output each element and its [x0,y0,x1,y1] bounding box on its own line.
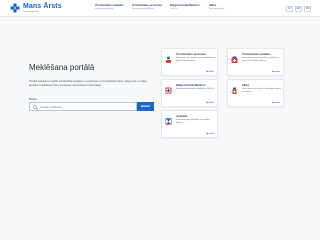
card-link[interactable]: Apskatīt [206,71,214,73]
logo-subtitle: veselības portāls [23,11,39,13]
card-medicines[interactable]: Zāles Informācija par zālēm, to aktīvajā… [227,79,284,107]
page-title: Meklēšana portālā [29,63,95,72]
diagnosis-icon [165,87,172,94]
card-link[interactable]: Apskatīt [272,102,280,104]
card-title: Aptiekas [176,114,188,118]
search-button[interactable]: Meklēt [137,102,154,111]
card-title: Ārstniecības iestādes [242,52,271,56]
language-ru[interactable]: RU [304,6,312,12]
nav-item-persons[interactable]: Ārstniecības personas Speciālistu meklēš… [132,3,162,10]
language-lv[interactable]: LV [286,6,293,12]
nav-item-subtitle: SSK-10 [170,8,178,10]
card-diagnoses[interactable]: Diagnožu klasifikators Starptautiskā sli… [161,79,218,107]
nav-item-diagnoses[interactable]: Diagnožu klasifikators SSK-10 [170,3,200,10]
logo[interactable]: Mans Ārsts veselības portāls [10,3,62,15]
logo-text: Mans Ārsts [23,3,62,10]
card-pharmacies[interactable]: Aptiekas Informācija par aptiekām un to … [161,110,218,138]
nav-item-institutions[interactable]: Ārstniecības iestādes Iestāžu meklēšana [95,3,124,10]
page-description: Portālā iespējams meklēt ārstniecības ie… [29,80,148,87]
nav-item-subtitle: Iestāžu meklēšana [95,8,114,10]
card-title: Ārstniecības personas [176,52,207,56]
search-input[interactable] [40,105,132,110]
card-link[interactable]: Apskatīt [206,133,214,135]
person-icon [166,56,171,63]
medicine-icon [232,87,237,94]
logo-cross-icon [10,3,20,13]
card-medical-institutions[interactable]: Ārstniecības iestādes Informācija par ār… [227,48,284,76]
search-label: Meklēt [29,98,37,101]
nav-item-title: Ārstniecības personas [132,3,163,7]
card-description: Starptautiskā slimību klasifikācija SSK-… [176,88,215,90]
card-description: Informācija par ārstiem, to specialitātē… [176,57,216,62]
card-title: Zāles [242,83,250,87]
search-box [29,102,137,111]
card-title: Diagnožu klasifikators [176,83,206,87]
nav-item-title: Diagnožu klasifikators [170,3,200,7]
site-header: Mans Ārsts veselības portāls Ārstniecība… [0,0,320,17]
card-description: Informācija par aptiekām un to darba lai… [176,119,210,124]
language-en[interactable]: EN [295,6,303,12]
card-link[interactable]: Apskatīt [206,102,214,104]
nav-item-subtitle: Zāļu meklēšana [209,8,225,10]
card-link[interactable]: Apskatīt [272,71,280,73]
nav-item-subtitle: Speciālistu meklēšana [132,8,154,10]
search-icon [33,105,38,110]
card-medical-persons[interactable]: Ārstniecības personas Informācija par ār… [161,48,218,76]
nav-item-medicines[interactable]: Zāles Zāļu meklēšana [209,3,224,10]
nav-item-title: Ārstniecības iestādes [95,3,124,7]
nav-item-title: Zāles [209,3,217,7]
card-description: Informācija par ārstniecības iestādēm, t… [242,57,280,62]
card-description: Informācija par zālēm, to aktīvajām viel… [242,88,281,93]
hospital-icon [231,56,238,63]
pharmacy-icon [165,118,172,125]
